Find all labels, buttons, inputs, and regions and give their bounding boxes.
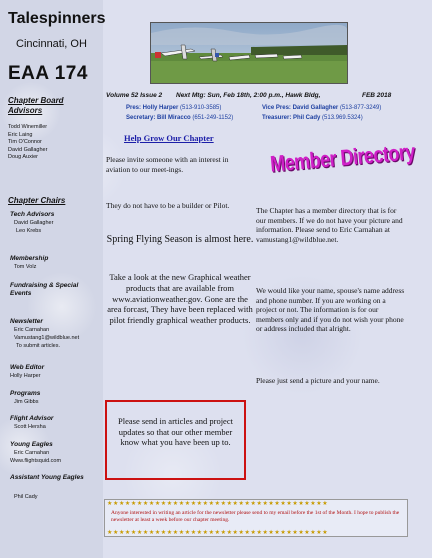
officer-treasurer: Treasurer: Phil Cady (513.969.5324) (262, 115, 363, 121)
directory-paragraph-2: We would like your name, spouse's name a… (256, 286, 405, 333)
chair-name: David Gallagher (14, 220, 54, 226)
invite-paragraph: Please invite someone with an interest i… (106, 155, 229, 174)
chair-role: Programs (10, 390, 41, 397)
directory-paragraph-1: The Chapter has a member directory that … (256, 206, 403, 244)
newsletter-email: Vamustang1@wildblue.net (14, 335, 80, 341)
officer-vice-president: Vice Pres: David Gallagher (513-877-3249… (262, 105, 382, 111)
officer-phone: (651-249-1152) (192, 115, 234, 121)
spring-flying-notice: Spring Flying Season is almost here. (106, 234, 254, 245)
chapter-number: EAA 174 (8, 63, 88, 84)
graphical-weather-notice: Take a look at the new Graphical weather… (107, 272, 253, 326)
board-title: Chapter Board Advisors (8, 96, 64, 115)
directory-paragraph-3: Please just send a picture and your name… (256, 376, 380, 385)
chair-name: To submit articles. (16, 343, 61, 349)
issue-volume: Volume 52 Issue 2 (106, 92, 163, 99)
club-name: Talespinners (8, 10, 106, 27)
chair-name: Tom Volz (14, 264, 37, 270)
chair-role: Flight Advisor (10, 415, 54, 422)
chair-name: Leo Krebs (16, 228, 42, 234)
chair-role: Fundraising & Special Events (10, 282, 79, 297)
board-member: Tim O'Connor (8, 139, 42, 145)
chair-name: Phil Cady (14, 494, 38, 500)
officer-phone: (513-877-3249) (339, 105, 382, 111)
young-eagles-website: Www.flightsquid.com (10, 458, 62, 464)
pilot-paragraph: They do not have to be a builder or Pilo… (106, 201, 230, 210)
officer-phone: (513-910-3585) (180, 105, 222, 111)
help-grow-chapter-link[interactable]: Help Grow Our Chapter (124, 133, 214, 143)
board-member: Todd Winemiller (8, 124, 48, 130)
next-meeting: Next Mtg: Sun, Feb 18th, 2:00 p.m., Hawk… (176, 92, 321, 99)
chair-role: Newsletter (10, 318, 43, 325)
board-member: David Gallagher (8, 146, 48, 153)
board-member: Eric Laing (8, 131, 33, 138)
issue-date: FEB 2018 (362, 92, 392, 99)
board-member: Doug Auxier (8, 154, 38, 160)
chair-role: Tech Advisors (10, 211, 55, 218)
footer-notice-text: Anyone interested in writing an article … (111, 510, 400, 523)
chair-name: Jim Gibbs (14, 399, 39, 405)
officer-secretary: Secretary: Bill Miracco (651-249-1152) (126, 115, 234, 121)
board-member-list: Todd Winemiller Eric Laing Tim O'Connor … (8, 124, 47, 162)
articles-callout-box: Please send in articles and project upda… (105, 400, 246, 480)
airfield-photo (150, 22, 348, 84)
officer-president: Pres: Holly Harper (513-910-3585) (126, 105, 222, 111)
chair-name: Scott Hersha (14, 424, 46, 430)
footer-notice-box: ★★★★★★★★★★★★★★★★★★★★★★★★★★★★★★★★★★★★★ An… (104, 499, 408, 537)
chair-name: Eric Carnahan (14, 327, 50, 333)
chair-role: Young Eagles (10, 441, 53, 448)
chair-role: Membership (10, 255, 49, 262)
officer-phone: (513.969.5324) (322, 115, 363, 121)
star-border-top: ★★★★★★★★★★★★★★★★★★★★★★★★★★★★★★★★★★★★★ (107, 501, 329, 507)
club-city: Cincinnati, OH (16, 38, 87, 50)
chair-role: Web Editor (10, 364, 45, 371)
chair-role: Assistant Young Eagles (10, 474, 84, 481)
chairs-title: Chapter Chairs (8, 196, 66, 205)
chair-name: Eric Carnahan (14, 450, 50, 456)
star-border-bottom: ★★★★★★★★★★★★★★★★★★★★★★★★★★★★★★★★★★★★★ (107, 530, 329, 536)
chair-name: Holly Harper (10, 373, 41, 379)
